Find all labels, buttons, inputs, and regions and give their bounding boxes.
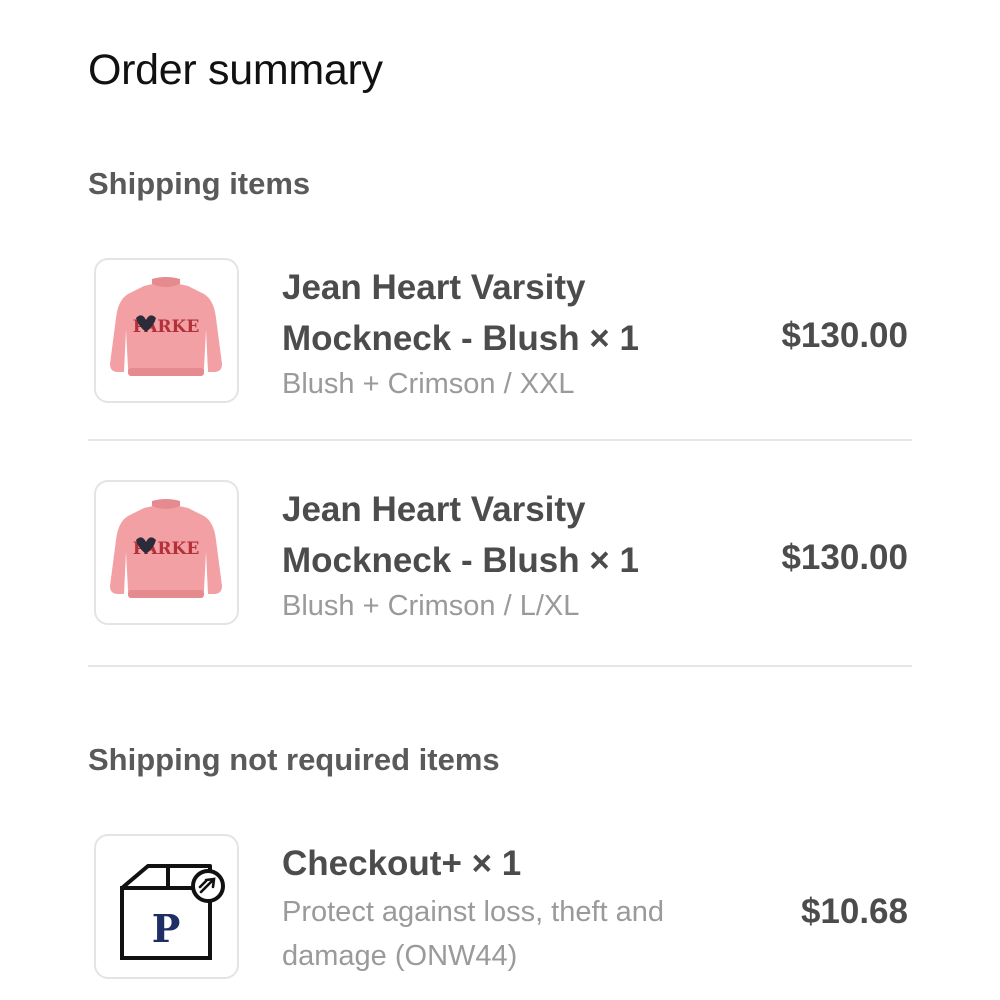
pink-sweater-image: PARKE	[110, 499, 222, 598]
line-item-details: Checkout+ × 1 Protect against loss, thef…	[282, 838, 702, 977]
page-title: Order summary	[88, 46, 383, 94]
product-thumbnail[interactable]: P	[94, 834, 239, 979]
section-heading-shipping-items: Shipping items	[88, 166, 311, 201]
line-item-details: Jean Heart Varsity Mockneck - Blush × 1 …	[282, 262, 702, 406]
product-thumbnail[interactable]: PARKE	[94, 258, 239, 403]
line-item: P Checkout+ × 1 Protect against loss, th…	[88, 834, 912, 982]
line-item-price: $130.00	[781, 316, 908, 355]
product-description-line2: damage (ONW44)	[282, 940, 518, 972]
product-name-line2[interactable]: Mockneck - Blush × 1	[282, 313, 702, 364]
product-variant: Blush + Crimson / XXL	[282, 368, 575, 400]
section-heading-shipping-not-required: Shipping not required items	[88, 742, 500, 777]
product-name-line1[interactable]: Jean Heart Varsity	[282, 484, 702, 535]
product-name-line1[interactable]: Jean Heart Varsity	[282, 262, 702, 313]
divider	[88, 665, 912, 667]
product-variant: Blush + Crimson / L/XL	[282, 590, 580, 622]
product-thumbnail[interactable]: PARKE	[94, 480, 239, 625]
package-letter: P	[152, 906, 181, 951]
package-protection-icon: P	[120, 864, 225, 960]
line-item-details: Jean Heart Varsity Mockneck - Blush × 1 …	[282, 484, 702, 628]
line-item-price: $130.00	[781, 538, 908, 577]
product-name-line2[interactable]: Mockneck - Blush × 1	[282, 535, 702, 586]
divider	[88, 439, 912, 441]
line-item-price: $10.68	[800, 892, 908, 931]
pink-sweater-image: PARKE	[110, 277, 222, 376]
order-summary-panel: Order summary Shipping items PARKE Jean …	[0, 0, 1000, 1000]
product-description-line1: Protect against loss, theft and	[282, 896, 665, 928]
line-item: PARKE Jean Heart Varsity Mockneck - Blus…	[88, 258, 912, 406]
line-item: PARKE Jean Heart Varsity Mockneck - Blus…	[88, 480, 912, 628]
product-name[interactable]: Checkout+ × 1	[282, 838, 702, 889]
